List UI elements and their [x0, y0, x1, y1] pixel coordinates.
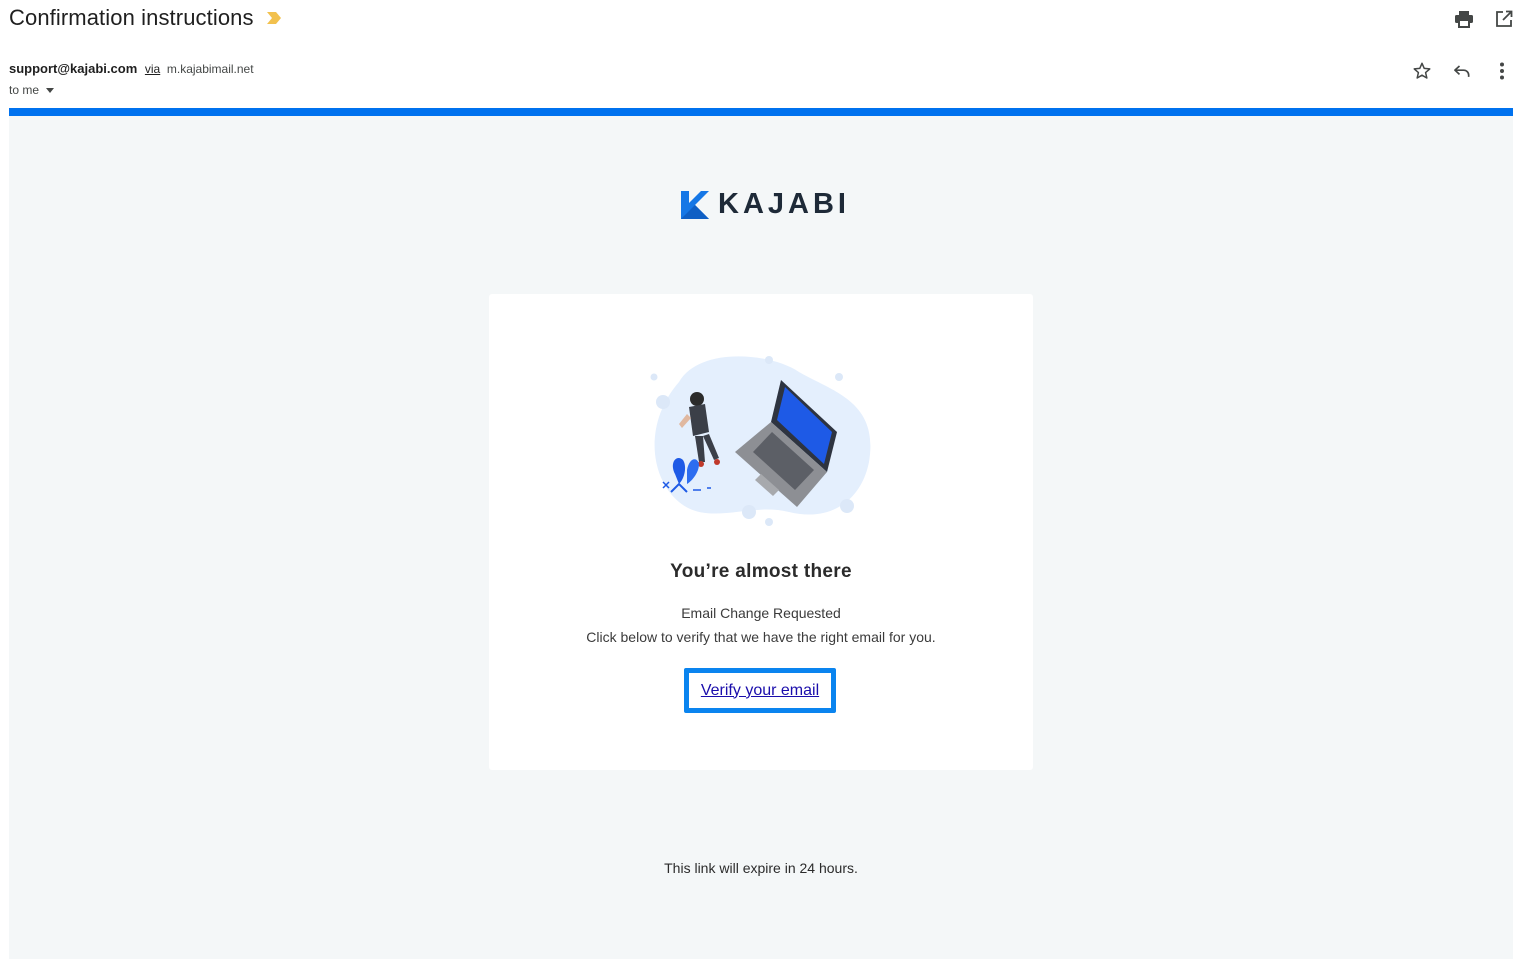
- kajabi-logo: KAJABI: [681, 188, 850, 221]
- star-icon[interactable]: [1411, 60, 1433, 82]
- headline: You’re almost there: [670, 561, 852, 582]
- request-description: Click below to verify that we have the r…: [586, 629, 936, 645]
- via-link[interactable]: via: [145, 62, 160, 76]
- recipient-label: to me: [9, 83, 40, 97]
- message-actions: [1411, 60, 1513, 82]
- caret-down-icon: [46, 87, 55, 93]
- sender-address[interactable]: support@kajabi.com: [9, 61, 137, 76]
- top-actions: [1453, 8, 1515, 30]
- kajabi-k-icon: [681, 190, 709, 219]
- expiration-notice: This link will expire in 24 hours.: [664, 860, 858, 876]
- laptop-illustration: [650, 356, 871, 526]
- verify-email-button[interactable]: Verify your email: [684, 668, 836, 713]
- subject-header: Confirmation instructions: [9, 4, 282, 32]
- reply-icon[interactable]: [1451, 60, 1473, 82]
- content-card: You’re almost there Email Change Request…: [489, 294, 1033, 770]
- via-domain: m.kajabimail.net: [166, 62, 254, 76]
- request-title: Email Change Requested: [681, 605, 841, 621]
- open-in-new-window-icon[interactable]: [1493, 8, 1515, 30]
- verify-email-link[interactable]: Verify your email: [701, 682, 819, 700]
- email-body: KAJABI You’re almost there Email Change …: [9, 108, 1513, 959]
- brand-wordmark: KAJABI: [718, 188, 850, 220]
- recipient-details-toggle[interactable]: to me: [9, 83, 55, 97]
- print-icon[interactable]: [1453, 8, 1475, 30]
- sender-line: support@kajabi.com via m.kajabimail.net: [9, 61, 254, 76]
- importance-marker-icon[interactable]: [266, 11, 282, 25]
- email-subject: Confirmation instructions: [9, 5, 254, 30]
- more-vert-icon[interactable]: [1491, 60, 1513, 82]
